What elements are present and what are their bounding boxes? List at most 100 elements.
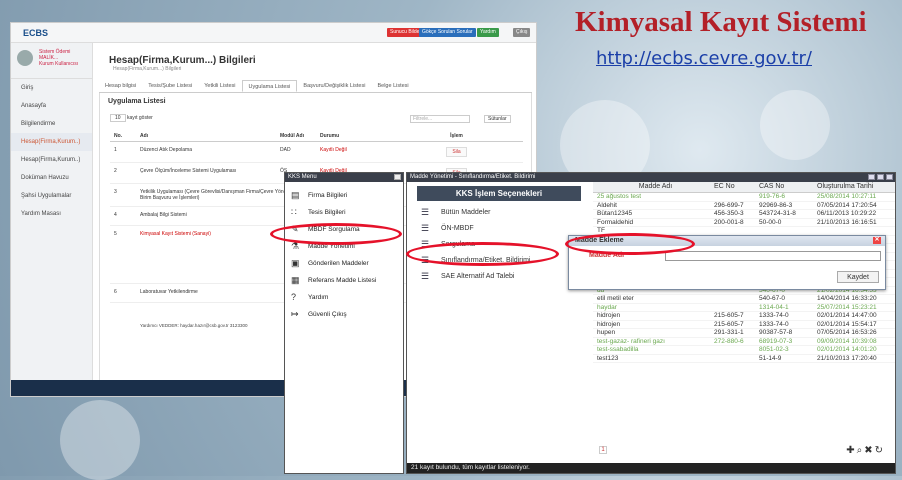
delete-button[interactable]: Sila [446, 147, 467, 157]
grid-row[interactable]: 25 ağustos test 919-76-6 25/08/2014 10:27:… [593, 193, 895, 202]
grid-row[interactable]: Aldehit 296-699-7 92969-86-3 07/05/2014 17:… [593, 201, 895, 210]
grid-cell-n: test-gazaz- rafineri gazı [597, 337, 665, 345]
list-icon: ☰ [421, 271, 430, 281]
grid-row[interactable]: hidrojen 215-605-7 1333-74-0 02/01/2014 14:… [593, 312, 895, 321]
madde-adi-input[interactable] [665, 251, 881, 261]
close-icon[interactable] [886, 174, 893, 180]
list-icon: ☰ [421, 223, 430, 233]
add-icon[interactable]: ✚ [846, 445, 856, 456]
grid-row[interactable]: Formaldehid 200-001-8 50-00-0 21/10/2013 16… [593, 219, 895, 227]
col-header[interactable]: Durumu [320, 133, 390, 139]
topbar-button-3[interactable]: Çıkış [513, 28, 531, 37]
nav-item-5[interactable]: Doküman Havuzu [11, 169, 92, 187]
kks-item-referans[interactable]: ▦ Referans Madde Listesi [285, 273, 403, 290]
kks-item-yardim[interactable]: ? Yardım [285, 290, 403, 307]
grid-cell-d: 14/04/2014 16:33:20 [817, 295, 877, 302]
tab-0[interactable]: Hesap bilgisi [99, 80, 142, 92]
user-box: Sistem Ödemi MALİK... Kurum Kullanıcısı [11, 43, 92, 79]
page-size-select[interactable]: 10 [110, 114, 126, 122]
madde-window: Madde Yönetimi - Sınıflandırma/Etiket. B… [406, 172, 896, 474]
kks-item-label: Firma Bilgileri [308, 192, 348, 199]
columns-button[interactable]: Sütunlar [484, 115, 511, 123]
grid-cell-d: 02/01/2014 14:01:20 [817, 346, 877, 353]
col-header[interactable]: EC No [714, 183, 759, 192]
kks-item-label: Yardım [308, 294, 329, 301]
delete-icon[interactable]: ✖ [864, 445, 874, 456]
refresh-icon[interactable]: ↻ [875, 445, 885, 456]
grid-cell-n: test123 [597, 354, 619, 362]
grid-cell-cas: 1333-74-0 [759, 320, 789, 328]
topbar-button-1[interactable]: Gökçe Sorulan Sorular [419, 28, 476, 37]
option-sae[interactable]: ☰ SAE Alternatif Ad Talebi [419, 269, 587, 285]
user-role: Kurum Kullanıcısı [39, 61, 79, 67]
kks-item-label: Referans Madde Listesi [308, 277, 377, 284]
col-header[interactable]: İşlem [390, 133, 523, 139]
highlight-ellipse [270, 223, 402, 245]
nav-item-7[interactable]: Yardım Masası [11, 205, 92, 223]
nav-item-0[interactable]: Giriş [11, 79, 92, 97]
tab-1[interactable]: Tesis/Şube Listesi [142, 80, 198, 92]
ecbs-logo: ECBS [23, 28, 49, 38]
option-label: Bütün Maddeler [441, 209, 491, 216]
topbar-button-2[interactable]: Yardım [477, 28, 499, 37]
substance-grid: Madde Adı EC No CAS No Oluşturulma Tarih… [593, 182, 895, 472]
col-header[interactable]: Oluşturulma Tarihi [809, 183, 895, 192]
kks-item-cikis[interactable]: ↦ Güvenli Çıkış [285, 307, 403, 324]
grid-row[interactable]: haydar 1314-04-1 25/07/2014 15:23:21 [593, 303, 895, 312]
nav-item-6[interactable]: Şahsi Uygulamalar [11, 187, 92, 205]
tab-5[interactable]: Belge Listesi [371, 80, 414, 92]
highlight-ellipse [565, 233, 695, 255]
grid-row[interactable]: test-ssabadilla 8051-02-3 02/01/2014 14:01… [593, 346, 895, 355]
grid-row[interactable]: etil metil eter 540-67-0 14/04/2014 16:33:… [593, 295, 895, 304]
col-header[interactable]: CAS No [759, 183, 809, 192]
tab-bar: Hesap bilgisi Tesis/Şube Listesi Yetkili… [99, 80, 532, 93]
grid-row[interactable]: test-gazaz- rafineri gazı 272-880-6 68919-… [593, 337, 895, 346]
kks-item-tesis[interactable]: ∷ Tesis Bilgileri [285, 205, 403, 222]
kks-item-gonderilen[interactable]: ▣ Gönderilen Maddeler [285, 256, 403, 273]
grid-cell-cas: 919-76-6 [759, 193, 786, 200]
col-header[interactable]: Madde Adı [593, 183, 714, 192]
kks-title-text: KKS Menu [288, 174, 317, 180]
grid-cell-n: Bütan12345 [597, 210, 633, 217]
grid-row[interactable]: hupen 291-331-1 90387-57-8 07/05/2014 16:53… [593, 329, 895, 338]
grid-header: Madde Adı EC No CAS No Oluşturulma Tarih… [593, 182, 895, 193]
user-name: Sistem Ödemi MALİK... [39, 49, 71, 61]
nav-item-1[interactable]: Anasayfa [11, 97, 92, 115]
kks-title: KKS Menu [285, 173, 403, 182]
nav-item-2[interactable]: Bilgilendirme [11, 115, 92, 133]
nav-item-3[interactable]: Hesap(Firma,Kurum..) [11, 133, 92, 151]
row-name: Düzenci Atık Depolama [140, 147, 192, 153]
grid-cell-n: Aldehit [597, 201, 617, 209]
option-onmbdf[interactable]: ☰ ÖN-MBDF [419, 221, 587, 237]
tab-4[interactable]: Başvuru/Değişiklik Listesi [297, 80, 371, 92]
option-butun[interactable]: ☰ Bütün Maddeler [419, 205, 587, 221]
grid-cell-n: test-ssabadilla [597, 346, 639, 353]
col-header[interactable]: Modül Adı [280, 133, 320, 139]
grid-cell-d: 06/11/2013 10:29:22 [817, 210, 877, 217]
grid-row[interactable]: test123 51-14-9 21/10/2013 17:20:40 [593, 354, 895, 363]
topbar-button-0[interactable]: Sunucu Bilde [387, 28, 423, 37]
ecbs-sidebar: Sistem Ödemi MALİK... Kurum Kullanıcısı … [11, 43, 93, 380]
maximize-icon[interactable] [394, 174, 401, 180]
minimize-icon[interactable] [868, 174, 875, 180]
grid-row[interactable]: Bütan12345 456-350-3 543724-31-8 06/11/2013… [593, 210, 895, 219]
save-button[interactable]: Kaydet [837, 271, 879, 283]
banner-url[interactable]: http://ecbs.cevre.gov.tr/ [596, 48, 812, 69]
grid-row[interactable]: hidrojen 215-605-7 1333-74-0 02/01/2014 15:… [593, 320, 895, 329]
grid-cell-n: haydar [597, 303, 617, 311]
tab-2[interactable]: Yetkili Listesi [198, 80, 241, 92]
grid-cell-ec: 296-699-7 [714, 201, 744, 209]
row-module: DAD [280, 147, 291, 153]
page-number[interactable]: 1 [599, 446, 607, 454]
grid-cell-d: 25/08/2014 10:27:11 [817, 193, 877, 200]
col-header[interactable]: No. [110, 133, 140, 139]
maximize-icon[interactable] [877, 174, 884, 180]
grid-cell-ec: 456-350-3 [714, 210, 744, 217]
kks-item-firma[interactable]: ▤ Firma Bilgileri [285, 188, 403, 205]
close-icon[interactable]: ✕ [873, 237, 881, 244]
col-header[interactable]: Adı [140, 133, 280, 139]
options-panel: KKS İşlem Seçenekleri ☰ Bütün Maddeler ☰ Ö… [411, 182, 587, 470]
tab-3[interactable]: Uygulama Listesi [241, 80, 298, 92]
nav-item-4[interactable]: Hesap(Firma,Kurum..) [11, 151, 92, 169]
filter-input[interactable]: Filtrele... [410, 115, 470, 123]
